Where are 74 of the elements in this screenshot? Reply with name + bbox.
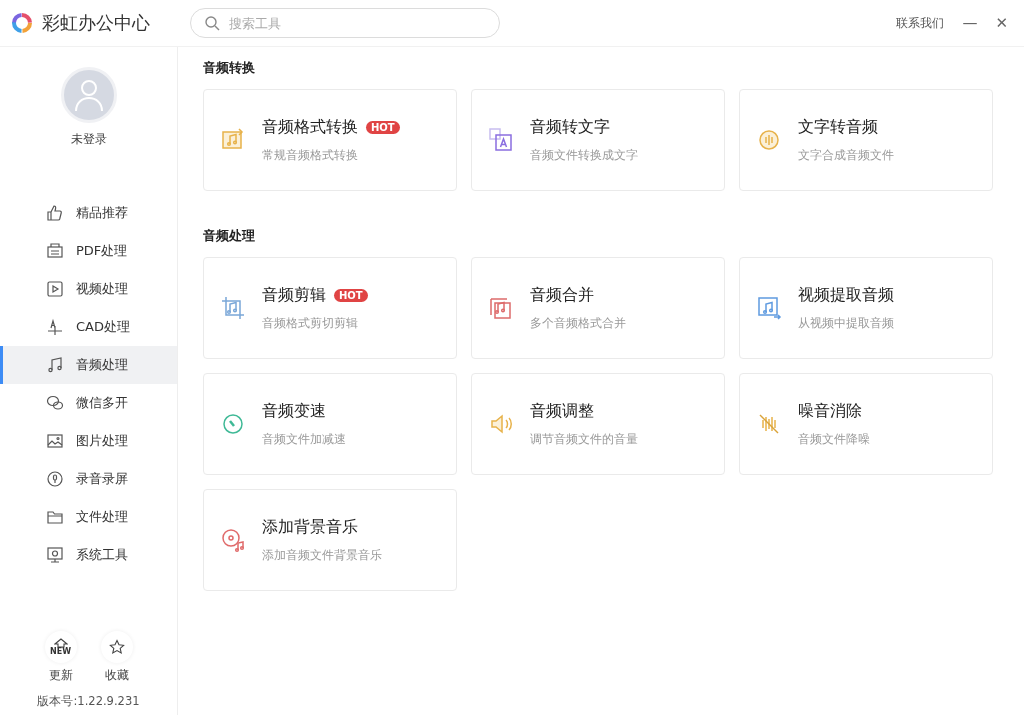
section-heading: 音频转换 <box>203 59 256 77</box>
video-music-icon <box>756 295 782 321</box>
rainbow-ring-logo <box>10 11 34 35</box>
search-icon <box>204 15 220 31</box>
card-title: 视频提取音频 <box>798 284 894 306</box>
sidebar-item[interactable]: 文件处理 <box>0 498 177 536</box>
close-button[interactable]: ✕ <box>993 14 1010 32</box>
contact-link[interactable]: 联系我们 <box>894 14 947 32</box>
image-icon <box>46 432 64 450</box>
card-subtitle: 从视频中提取音频 <box>798 314 894 332</box>
app-title: 彩虹办公中心 <box>42 11 150 35</box>
tool-card[interactable]: 音频格式转换 HOT 常规音频格式转换 <box>203 89 457 191</box>
text-a-icon <box>488 127 514 153</box>
sidebar-item[interactable]: 图片处理 <box>0 422 177 460</box>
thumbs-up-icon <box>46 204 64 222</box>
card-title: 添加背景音乐 <box>262 516 358 538</box>
card-subtitle: 文字合成音频文件 <box>798 146 894 164</box>
stacked-music-icon <box>488 295 514 321</box>
card-title: 音频变速 <box>262 400 326 422</box>
card-subtitle: 音频文件加减速 <box>262 430 346 448</box>
search-field[interactable]: 搜索工具 <box>190 8 500 38</box>
card-subtitle: 添加音频文件背景音乐 <box>262 546 382 564</box>
update-button[interactable]: NEW 更新 <box>44 631 77 684</box>
card-subtitle: 多个音频格式合并 <box>530 314 626 332</box>
favorite-button[interactable]: 收藏 <box>100 631 133 684</box>
hot-badge: HOT <box>366 120 400 134</box>
sidebar-item[interactable]: 录音录屏 <box>0 460 177 498</box>
crop-music-icon <box>220 295 246 321</box>
sidebar-item[interactable]: 视频处理 <box>0 270 177 308</box>
sidebar-item[interactable]: PDF处理 <box>0 232 177 270</box>
chat-bubbles-icon <box>46 394 64 412</box>
tool-card[interactable]: 音频变速 音频文件加减速 <box>203 373 457 475</box>
card-subtitle: 常规音频格式转换 <box>262 146 359 164</box>
section-heading: 音频处理 <box>203 227 256 245</box>
sidebar-item[interactable]: 音频处理 <box>0 346 177 384</box>
new-label: NEW <box>50 648 71 656</box>
tool-card[interactable]: 音频转文字 音频文件转换成文字 <box>471 89 725 191</box>
tool-card[interactable]: 音频剪辑 HOT 音频格式剪切剪辑 <box>203 257 457 359</box>
play-icon <box>46 280 64 298</box>
disc-music-icon <box>220 527 246 553</box>
tool-card[interactable]: 噪音消除 音频文件降噪 <box>739 373 993 475</box>
music-note-icon <box>46 356 64 374</box>
star-icon <box>108 639 125 655</box>
monitor-gear-icon <box>46 546 64 564</box>
version-text: 版本号:1.22.9.231 <box>37 694 140 709</box>
hot-badge: HOT <box>334 288 368 302</box>
minimize-button[interactable]: — <box>960 14 980 32</box>
sidebar-item[interactable]: CAD处理 <box>0 308 177 346</box>
tool-card[interactable]: 音频合并 多个音频格式合并 <box>471 257 725 359</box>
user-silhouette-icon <box>73 78 104 112</box>
sidebar-item[interactable]: 微信多开 <box>0 384 177 422</box>
card-title: 音频剪辑 <box>262 284 326 306</box>
sound-wave-circle-icon <box>756 127 782 153</box>
microphone-icon <box>46 470 64 488</box>
sidebar-item[interactable]: 系统工具 <box>0 536 177 574</box>
card-title: 音频转文字 <box>530 116 610 138</box>
card-title: 音频合并 <box>530 284 594 306</box>
card-subtitle: 音频文件降噪 <box>798 430 870 448</box>
card-title: 文字转音频 <box>798 116 878 138</box>
card-title: 音频格式转换 <box>262 116 358 138</box>
card-subtitle: 音频格式剪切剪辑 <box>262 314 359 332</box>
tool-card[interactable]: 添加背景音乐 添加音频文件背景音乐 <box>203 489 457 591</box>
login-status: 未登录 <box>70 131 107 148</box>
card-subtitle: 调节音频文件的音量 <box>530 430 638 448</box>
card-subtitle: 音频文件转换成文字 <box>530 146 638 164</box>
tool-card[interactable]: 视频提取音频 从视频中提取音频 <box>739 257 993 359</box>
sidebar-item[interactable]: 精品推荐 <box>0 194 177 232</box>
card-title: 噪音消除 <box>798 400 862 422</box>
folder-icon <box>46 508 64 526</box>
tool-card[interactable]: 文字转音频 文字合成音频文件 <box>739 89 993 191</box>
speedometer-icon <box>220 411 246 437</box>
up-arrow-icon <box>53 638 68 648</box>
card-title: 音频调整 <box>530 400 594 422</box>
tool-card[interactable]: 音频调整 调节音频文件的音量 <box>471 373 725 475</box>
